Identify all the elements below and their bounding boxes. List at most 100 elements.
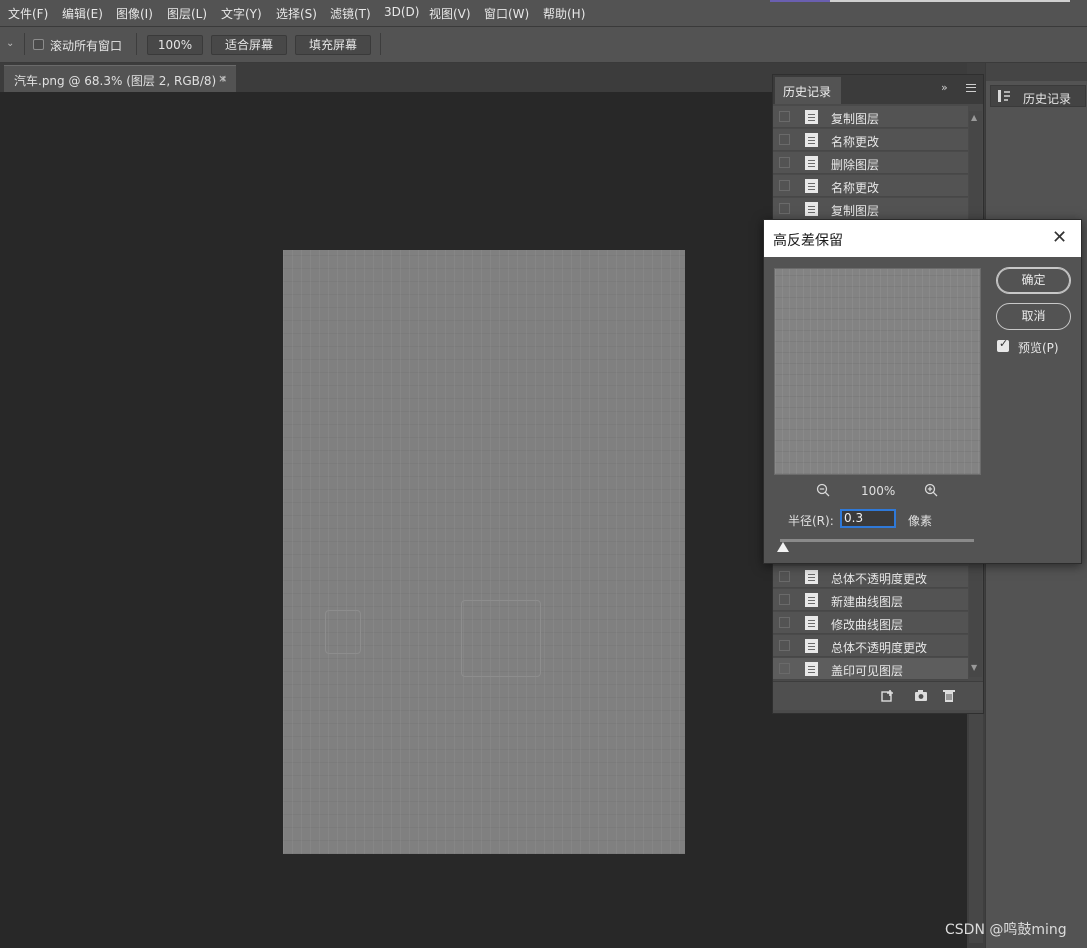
menu-filter[interactable]: 滤镜(T) bbox=[330, 5, 371, 22]
preview-checkbox[interactable]: ✓ bbox=[997, 337, 1009, 352]
history-item-label: 名称更改 bbox=[831, 181, 880, 195]
history-item[interactable]: 修改曲线图层 bbox=[773, 612, 968, 634]
options-divider bbox=[24, 33, 25, 55]
collapse-panel-icon[interactable]: » bbox=[941, 81, 948, 94]
menu-file[interactable]: 文件(F) bbox=[8, 5, 48, 22]
history-step-icon bbox=[805, 179, 818, 193]
menu-select[interactable]: 选择(S) bbox=[276, 5, 317, 22]
cancel-button[interactable]: 取消 bbox=[996, 303, 1071, 330]
document-image[interactable] bbox=[283, 250, 685, 854]
history-item-label: 删除图层 bbox=[831, 158, 880, 172]
document-tab[interactable]: 汽车.png @ 68.3% (图层 2, RGB/8) * × bbox=[4, 65, 236, 92]
tool-preset-chevron-icon[interactable]: ⌄ bbox=[6, 38, 14, 49]
history-tab-label: 历史记录 bbox=[783, 85, 832, 99]
panel-menu-icon[interactable] bbox=[966, 84, 976, 92]
history-item-label: 新建曲线图层 bbox=[831, 595, 904, 609]
history-item[interactable]: 总体不透明度更改 bbox=[773, 566, 968, 588]
history-snapshot-checkbox[interactable] bbox=[779, 640, 790, 651]
close-dialog-icon[interactable]: ✕ bbox=[1052, 227, 1067, 248]
history-step-icon bbox=[805, 156, 818, 170]
document-tab-title: 汽车.png @ 68.3% (图层 2, RGB/8) * bbox=[14, 74, 227, 88]
menu-bar: 文件(F) 编辑(E) 图像(I) 图层(L) 文字(Y) 选择(S) 滤镜(T… bbox=[0, 0, 1087, 27]
history-item-selected[interactable]: 盖印可见图层 bbox=[773, 658, 968, 680]
history-snapshot-checkbox[interactable] bbox=[779, 571, 790, 582]
history-item-label: 名称更改 bbox=[831, 135, 880, 149]
dock-grip[interactable] bbox=[986, 63, 1087, 81]
history-step-icon bbox=[805, 616, 818, 630]
history-snapshot-checkbox[interactable] bbox=[779, 157, 790, 168]
history-snapshot-checkbox[interactable] bbox=[779, 180, 790, 191]
history-step-icon bbox=[805, 570, 818, 584]
history-item[interactable]: 复制图层 bbox=[773, 198, 968, 220]
scroll-all-label: 滚动所有窗口 bbox=[50, 39, 123, 53]
menu-type[interactable]: 文字(Y) bbox=[221, 5, 262, 22]
history-item-label: 盖印可见图层 bbox=[831, 664, 904, 678]
new-document-from-state-icon[interactable] bbox=[881, 689, 895, 702]
history-item[interactable]: 名称更改 bbox=[773, 129, 968, 151]
scroll-all-checkbox[interactable] bbox=[33, 39, 44, 50]
history-item-label: 修改曲线图层 bbox=[831, 618, 904, 632]
preview-zoom-percent: 100% bbox=[861, 484, 896, 498]
history-icon bbox=[998, 90, 1010, 102]
tray-indicator bbox=[770, 0, 830, 2]
car-silhouette bbox=[461, 600, 541, 677]
high-pass-dialog: 高反差保留 ✕ 确定 取消 ✓ 预览(P) 100% 半径(R): 0.3 像素 bbox=[763, 219, 1082, 564]
scroll-down-icon[interactable]: ▼ bbox=[971, 663, 977, 672]
history-item[interactable]: 删除图层 bbox=[773, 152, 968, 174]
history-step-icon bbox=[805, 639, 818, 653]
radius-slider-track[interactable] bbox=[780, 539, 974, 542]
history-tab[interactable]: 历史记录 bbox=[775, 77, 841, 104]
history-item[interactable]: 名称更改 bbox=[773, 175, 968, 197]
tray-bar bbox=[830, 0, 1070, 2]
ok-button[interactable]: 确定 bbox=[996, 267, 1071, 294]
history-item[interactable]: 新建曲线图层 bbox=[773, 589, 968, 611]
menu-image[interactable]: 图像(I) bbox=[116, 5, 153, 22]
history-step-icon bbox=[805, 593, 818, 607]
menu-layer[interactable]: 图层(L) bbox=[167, 5, 207, 22]
history-item[interactable]: 复制图层 bbox=[773, 106, 968, 128]
fit-screen-button[interactable]: 适合屏幕 bbox=[211, 35, 287, 55]
menu-view[interactable]: 视图(V) bbox=[429, 5, 471, 22]
scroll-up-icon[interactable]: ▲ bbox=[971, 113, 977, 122]
radius-slider-handle[interactable] bbox=[777, 542, 789, 552]
zoom-out-icon[interactable] bbox=[816, 483, 830, 497]
history-step-icon bbox=[805, 202, 818, 216]
history-snapshot-checkbox[interactable] bbox=[779, 203, 790, 214]
menu-edit[interactable]: 编辑(E) bbox=[62, 5, 103, 22]
history-step-icon bbox=[805, 133, 818, 147]
close-tab-icon[interactable]: × bbox=[218, 72, 227, 85]
trash-icon[interactable] bbox=[942, 689, 956, 702]
dialog-title: 高反差保留 bbox=[773, 233, 843, 249]
history-step-icon bbox=[805, 110, 818, 124]
fill-screen-button[interactable]: 填充屏幕 bbox=[295, 35, 371, 55]
radius-input[interactable]: 0.3 bbox=[840, 509, 896, 528]
dock-history-button[interactable]: 历史记录 bbox=[990, 85, 1086, 107]
history-item-label: 复制图层 bbox=[831, 112, 880, 126]
watermark: CSDN @鸣鼓ming bbox=[945, 922, 1067, 938]
sign-silhouette bbox=[325, 610, 361, 654]
history-snapshot-checkbox[interactable] bbox=[779, 134, 790, 145]
options-divider bbox=[136, 33, 137, 55]
zoom-100-button[interactable]: 100% bbox=[147, 35, 203, 55]
history-snapshot-checkbox[interactable] bbox=[779, 594, 790, 605]
camera-icon[interactable] bbox=[914, 689, 928, 702]
options-divider bbox=[380, 33, 381, 55]
zoom-in-icon[interactable] bbox=[924, 483, 938, 497]
history-item-label: 总体不透明度更改 bbox=[831, 572, 928, 586]
filter-preview[interactable] bbox=[774, 268, 981, 475]
history-step-icon bbox=[805, 662, 818, 676]
history-item[interactable]: 总体不透明度更改 bbox=[773, 635, 968, 657]
history-snapshot-checkbox[interactable] bbox=[779, 617, 790, 628]
history-item-label: 复制图层 bbox=[831, 204, 880, 218]
dialog-titlebar[interactable]: 高反差保留 ✕ bbox=[764, 220, 1081, 257]
radius-unit-label: 像素 bbox=[908, 514, 933, 528]
dock-history-label: 历史记录 bbox=[1023, 92, 1072, 106]
history-snapshot-checkbox[interactable] bbox=[779, 663, 790, 674]
menu-help[interactable]: 帮助(H) bbox=[543, 5, 585, 22]
radius-label: 半径(R): bbox=[788, 514, 834, 528]
history-snapshot-checkbox[interactable] bbox=[779, 111, 790, 122]
menu-3d[interactable]: 3D(D) bbox=[384, 5, 419, 19]
menu-window[interactable]: 窗口(W) bbox=[484, 5, 529, 22]
preview-label: 预览(P) bbox=[1018, 341, 1059, 355]
options-bar: ⌄ 滚动所有窗口 100% 适合屏幕 填充屏幕 bbox=[0, 27, 1087, 63]
